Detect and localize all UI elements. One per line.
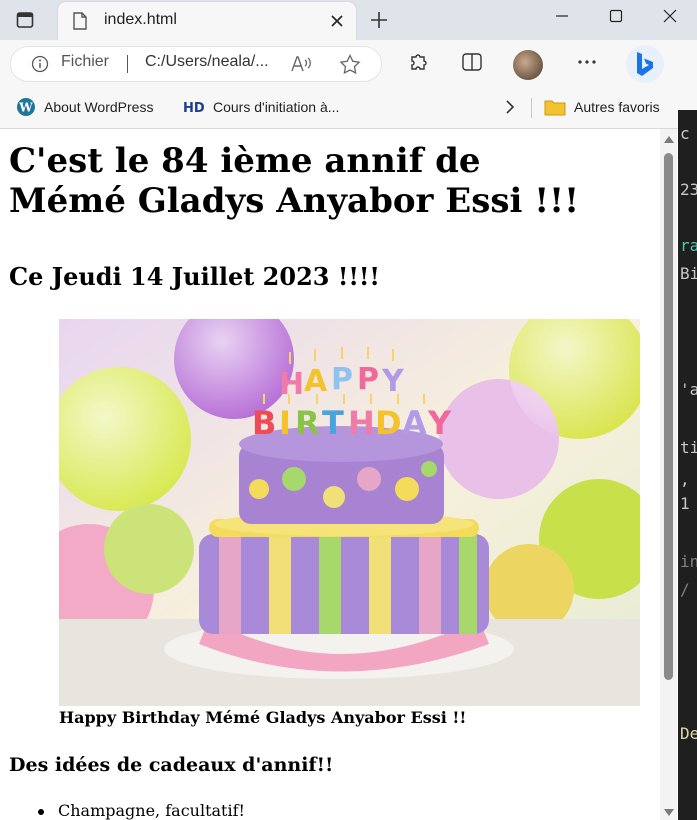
favorite-about-wordpress[interactable]: W About WordPress <box>16 96 153 118</box>
editor-fragment: / <box>680 580 690 599</box>
svg-text:P: P <box>357 362 379 397</box>
list-item: Champagne, facultatif! <box>38 801 245 820</box>
page-title: C'est le 84 ième annif de Mémé Gladys An… <box>9 141 580 221</box>
page-viewport: C'est le 84 ième annif de Mémé Gladys An… <box>0 129 678 820</box>
other-favorites-label: Autres favoris <box>574 99 660 115</box>
favorite-cours-initiation[interactable]: HD Cours d'initiation à... <box>183 96 339 118</box>
editor-fragment: ra <box>680 236 697 255</box>
toolbar: Fichier C:/Users/neala/... <box>0 40 697 88</box>
address-divider <box>127 55 128 73</box>
favorite-label: About WordPress <box>44 99 154 115</box>
vertical-scrollbar[interactable] <box>660 129 677 820</box>
svg-text:A: A <box>304 364 328 399</box>
svg-text:D: D <box>375 404 402 442</box>
other-favorites[interactable]: Autres favoris <box>544 96 660 118</box>
editor-fragment: De <box>680 724 697 743</box>
svg-text:Y: Y <box>427 404 452 442</box>
gifts-heading: Des idées de cadeaux d'annif!! <box>9 754 334 776</box>
image-caption: Happy Birthday Mémé Gladys Anyabor Essi … <box>59 708 467 727</box>
wordpress-icon: W <box>16 97 36 117</box>
svg-text:HD: HD <box>183 101 205 115</box>
svg-text:W: W <box>18 101 33 115</box>
svg-text:T: T <box>322 404 344 442</box>
address-bar[interactable]: Fichier C:/Users/neala/... <box>10 46 382 82</box>
editor-fragment: ti <box>680 438 697 457</box>
svg-text:H: H <box>348 404 375 442</box>
star-icon[interactable] <box>339 54 361 75</box>
window-controls <box>535 0 697 32</box>
favorites-divider <box>531 98 532 118</box>
close-icon[interactable] <box>326 10 348 32</box>
bing-icon[interactable] <box>626 45 664 83</box>
scrollbar-thumb[interactable] <box>664 153 673 680</box>
svg-text:I: I <box>279 404 291 442</box>
background-code-editor: c 23 ra Bi 'a ti , 1 in / De <box>678 110 697 820</box>
editor-fragment: c <box>680 124 690 143</box>
svg-text:B: B <box>252 404 276 442</box>
sidebar-toggle-icon[interactable] <box>14 9 36 31</box>
read-aloud-icon[interactable] <box>291 54 313 74</box>
info-icon[interactable] <box>31 55 49 73</box>
plus-icon[interactable] <box>368 9 390 31</box>
file-protocol-label: Fichier <box>61 53 110 70</box>
svg-text:A: A <box>402 404 427 442</box>
svg-text:P: P <box>331 362 353 397</box>
page-subtitle: Ce Jeudi 14 Juillet 2023 !!!! <box>9 262 380 291</box>
scroll-up-arrow-icon[interactable] <box>664 136 674 143</box>
more-icon[interactable] <box>575 50 599 74</box>
hd-icon: HD <box>183 99 205 115</box>
tab-bar: index.html <box>0 0 697 40</box>
scroll-down-arrow-icon[interactable] <box>664 809 674 816</box>
svg-text:Y: Y <box>381 364 405 399</box>
split-screen-icon[interactable] <box>460 50 484 74</box>
editor-fragment: 'a <box>680 380 697 399</box>
favorites-bar: W About WordPress HD Cours d'initiation … <box>0 88 697 129</box>
svg-text:H: H <box>279 367 304 402</box>
editor-fragment: Bi <box>680 264 697 283</box>
url-text[interactable]: C:/Users/neala/... <box>145 53 269 71</box>
birthday-cake-image: H A P P Y B I R T H D A Y <box>59 319 640 706</box>
active-tab[interactable]: index.html <box>58 2 356 40</box>
editor-fragment: 23 <box>680 180 697 199</box>
minimize-icon[interactable] <box>535 0 589 32</box>
folder-icon <box>544 98 566 116</box>
maximize-icon[interactable] <box>589 0 643 32</box>
gift-list: Champagne, facultatif! <box>38 801 245 820</box>
editor-fragment: in <box>680 552 697 571</box>
chevron-right-icon[interactable] <box>504 96 516 118</box>
editor-fragment: , <box>680 470 690 489</box>
tab-title: index.html <box>104 11 177 28</box>
svg-text:R: R <box>295 404 320 442</box>
document-icon <box>72 12 90 30</box>
editor-fragment: 1 <box>680 494 690 513</box>
favorite-label: Cours d'initiation à... <box>213 99 340 115</box>
avatar[interactable] <box>513 50 543 80</box>
close-window-icon[interactable] <box>643 0 697 32</box>
puzzle-icon[interactable] <box>406 50 430 74</box>
